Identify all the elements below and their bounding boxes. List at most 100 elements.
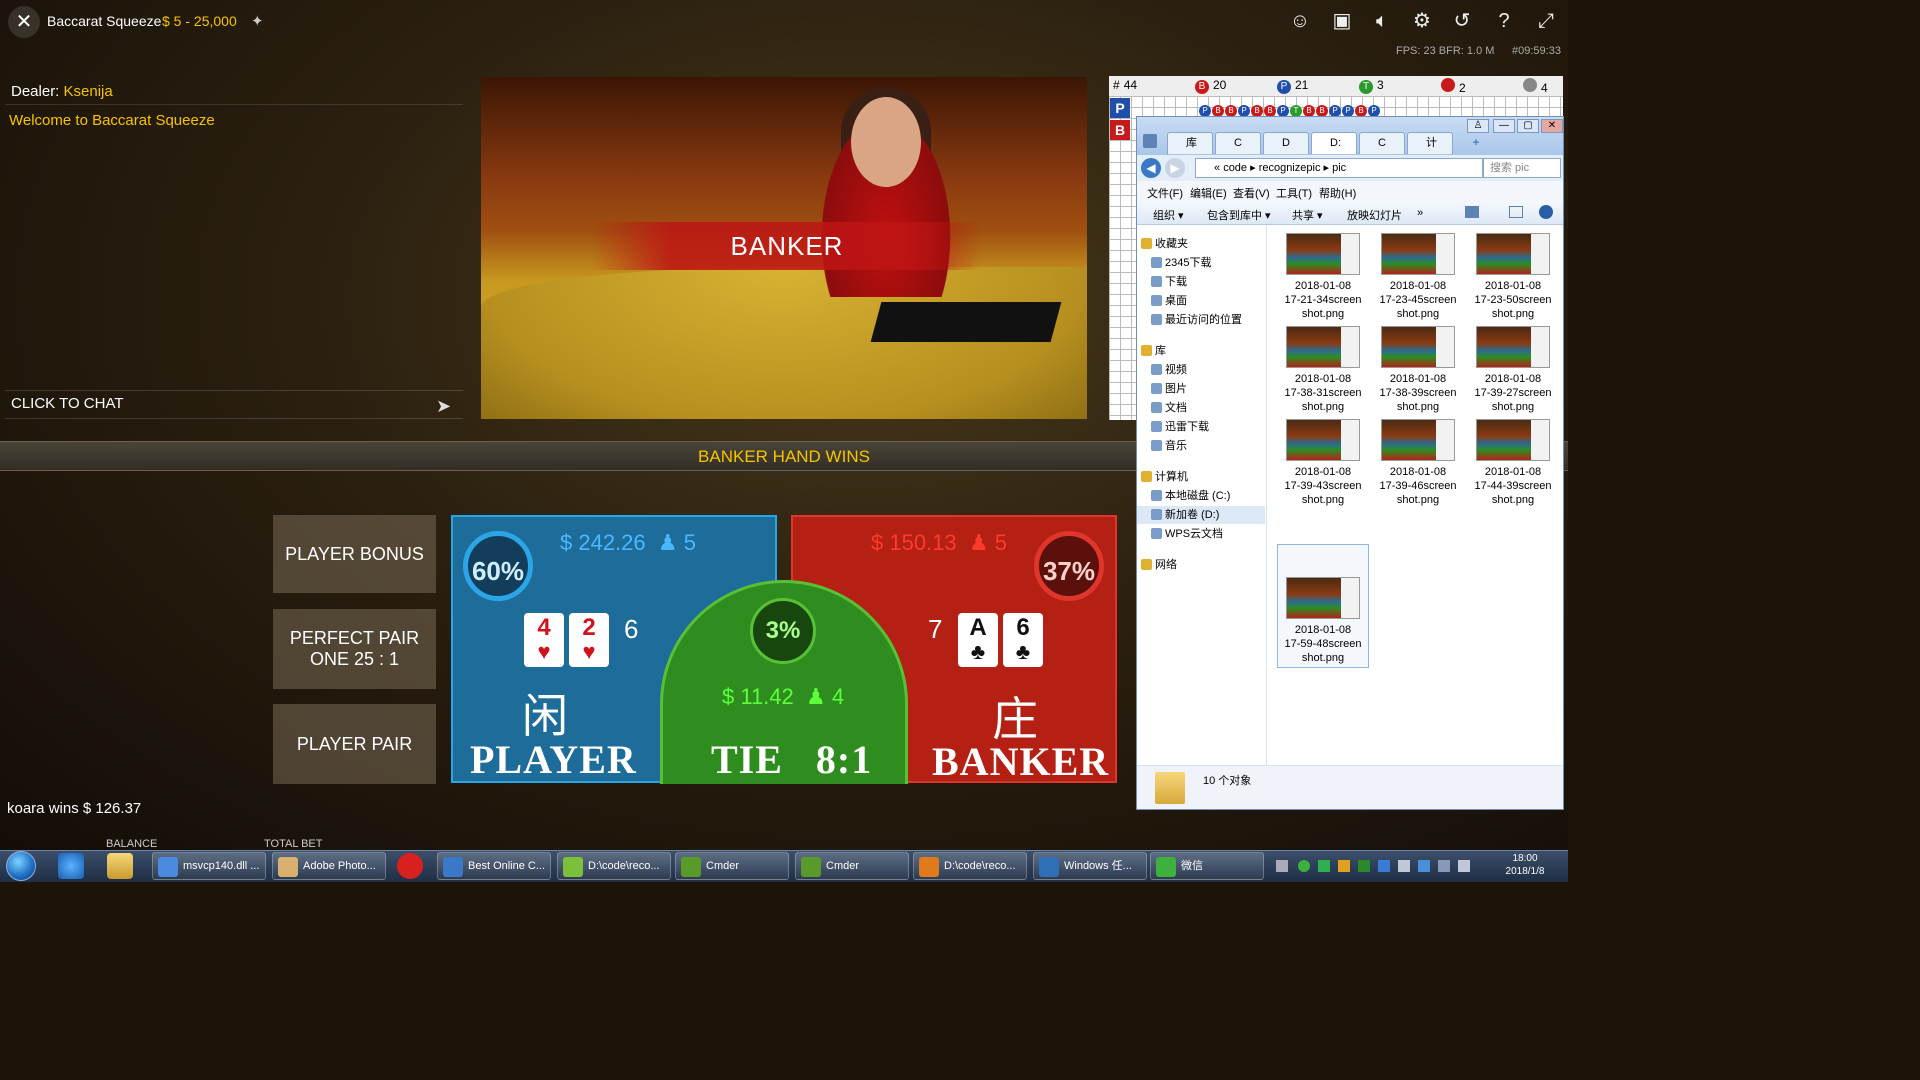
taskbar-button[interactable]: Cmder bbox=[675, 852, 789, 880]
taskbar-button-label: Windows 任... bbox=[1064, 860, 1132, 872]
player-pair-bet[interactable]: PLAYER PAIR bbox=[273, 704, 436, 784]
taskbar-button[interactable]: Best Online C... bbox=[437, 852, 551, 880]
app-tray-icon[interactable] bbox=[1358, 860, 1370, 872]
road-banker-button[interactable]: B bbox=[1110, 120, 1130, 140]
perfect-pair-bet[interactable]: PERFECT PAIR ONE 25 : 1 bbox=[273, 609, 436, 689]
volume-icon[interactable]: 🔈︎ bbox=[1366, 5, 1398, 37]
menu-item[interactable]: 文件(F) bbox=[1147, 185, 1183, 201]
close-icon[interactable]: ✕ bbox=[8, 6, 40, 38]
explorer-tab[interactable]: C bbox=[1359, 132, 1405, 154]
nav-item[interactable]: 文档 bbox=[1137, 399, 1265, 417]
nav-item[interactable]: 迅雷下载 bbox=[1137, 418, 1265, 436]
file-item[interactable]: 2018-01-08 17-39-43screen shot.png bbox=[1277, 419, 1369, 511]
app-tray-icon[interactable] bbox=[1338, 860, 1350, 872]
file-item[interactable]: 2018-01-08 17-39-46screen shot.png bbox=[1372, 419, 1464, 511]
view-icon[interactable] bbox=[1465, 206, 1479, 218]
fullscreen-icon[interactable]: ⤢ bbox=[1530, 5, 1562, 37]
explorer-tab[interactable]: 计 bbox=[1407, 132, 1453, 154]
explorer-tab[interactable]: D: bbox=[1311, 132, 1357, 154]
wechat-tray-icon[interactable] bbox=[1318, 860, 1330, 872]
menu-item[interactable]: 工具(T) bbox=[1276, 185, 1312, 201]
taskbar-button[interactable]: Adobe Photo... bbox=[272, 852, 386, 880]
taskbar-button[interactable]: Windows 任... bbox=[1033, 852, 1147, 880]
back-icon[interactable]: ◀ bbox=[1141, 158, 1161, 178]
file-date: 2018-01-08 bbox=[1389, 466, 1447, 478]
volume-tray-icon[interactable] bbox=[1398, 860, 1410, 872]
file-item[interactable]: 2018-01-08 17-38-39screen shot.png bbox=[1372, 326, 1464, 418]
chat-input[interactable]: CLICK TO CHAT bbox=[11, 395, 124, 412]
preview-pane-icon[interactable] bbox=[1509, 206, 1523, 218]
nav-item[interactable]: WPS云文档 bbox=[1137, 525, 1265, 543]
explorer-tab[interactable]: D bbox=[1263, 132, 1309, 154]
nav-item[interactable]: 收藏夹 bbox=[1137, 235, 1265, 253]
road-player-button[interactable]: P bbox=[1110, 98, 1130, 118]
netease-music-icon[interactable] bbox=[397, 853, 423, 879]
close-button[interactable]: ✕ bbox=[1541, 119, 1563, 133]
gear-icon[interactable]: ⚙ bbox=[1406, 5, 1438, 37]
taskbar-button[interactable]: D:\code\reco... bbox=[913, 852, 1027, 880]
nav-item[interactable]: 桌面 bbox=[1137, 292, 1265, 310]
keyboard-icon[interactable] bbox=[1276, 860, 1288, 872]
nav-item[interactable]: 网络 bbox=[1137, 556, 1265, 574]
pin-icon[interactable]: ✦ bbox=[251, 12, 264, 30]
file-item[interactable]: 2018-01-08 17-23-45screen shot.png bbox=[1372, 233, 1464, 325]
path-segment[interactable]: code bbox=[1223, 162, 1247, 174]
taskbar-button[interactable]: msvcp140.dll ... bbox=[152, 852, 266, 880]
app-tray-icon[interactable] bbox=[1438, 860, 1450, 872]
app-tray-icon[interactable] bbox=[1418, 860, 1430, 872]
path-segment[interactable]: pic bbox=[1332, 162, 1346, 174]
video-icon[interactable]: ▣ bbox=[1326, 5, 1358, 37]
menu-item[interactable]: 查看(V) bbox=[1233, 185, 1270, 201]
toolbar-button[interactable]: 组织 ▾ bbox=[1153, 207, 1184, 223]
chrome-icon[interactable] bbox=[1298, 860, 1310, 872]
taskbar-button[interactable]: 微信 bbox=[1150, 852, 1264, 880]
menu-item[interactable]: 编辑(E) bbox=[1190, 185, 1227, 201]
start-button-icon[interactable] bbox=[6, 851, 36, 881]
explorer-tab[interactable]: C bbox=[1215, 132, 1261, 154]
help-icon[interactable]: ? bbox=[1488, 5, 1520, 37]
nav-item[interactable]: 下载 bbox=[1137, 273, 1265, 291]
accessibility-icon[interactable]: ☺ bbox=[1284, 5, 1316, 37]
file-item[interactable]: 2018-01-08 17-59-48screen shot.png bbox=[1277, 544, 1369, 668]
file-item[interactable]: 2018-01-08 17-21-34screen shot.png bbox=[1277, 233, 1369, 325]
taskbar-button[interactable]: Cmder bbox=[795, 852, 909, 880]
nav-item[interactable]: 视频 bbox=[1137, 361, 1265, 379]
path-segment[interactable]: recognizepic bbox=[1259, 162, 1321, 174]
player-bonus-bet[interactable]: PLAYER BONUS bbox=[273, 515, 436, 593]
ie-icon[interactable] bbox=[58, 853, 84, 879]
history-icon[interactable]: ↺ bbox=[1446, 5, 1478, 37]
toolbar-button[interactable]: » bbox=[1417, 207, 1423, 219]
nav-item[interactable]: 最近访问的位置 bbox=[1137, 311, 1265, 329]
maximize-button[interactable]: ▢ bbox=[1517, 119, 1539, 133]
help-icon[interactable] bbox=[1539, 205, 1553, 219]
path-input[interactable]: « code ▸ recognizepic ▸ pic bbox=[1195, 158, 1483, 178]
nav-item[interactable]: 本地磁盘 (C:) bbox=[1137, 487, 1265, 505]
user-icon[interactable]: ♙ bbox=[1467, 119, 1489, 133]
file-item[interactable]: 2018-01-08 17-39-27screen shot.png bbox=[1467, 326, 1559, 418]
file-item[interactable]: 2018-01-08 17-44-39screen shot.png bbox=[1467, 419, 1559, 511]
toolbar-button[interactable]: 共享 ▾ bbox=[1292, 207, 1323, 223]
nav-item[interactable]: 计算机 bbox=[1137, 468, 1265, 486]
nav-item[interactable]: 2345下载 bbox=[1137, 254, 1265, 272]
nav-item[interactable]: 新加卷 (D:) bbox=[1137, 506, 1265, 524]
folder-icon[interactable] bbox=[107, 853, 133, 879]
file-item[interactable]: 2018-01-08 17-23-50screen shot.png bbox=[1467, 233, 1559, 325]
nav-item[interactable]: 图片 bbox=[1137, 380, 1265, 398]
file-item[interactable]: 2018-01-08 17-38-31screen shot.png bbox=[1277, 326, 1369, 418]
send-icon[interactable]: ➤ bbox=[436, 396, 451, 417]
nav-item[interactable]: 音乐 bbox=[1137, 437, 1265, 455]
taskbar-button[interactable]: D:\code\reco... bbox=[557, 852, 671, 880]
network-icon[interactable] bbox=[1378, 860, 1390, 872]
explorer-tab[interactable]: 库 bbox=[1167, 132, 1213, 154]
tools-icon[interactable] bbox=[1143, 134, 1157, 148]
toolbar-button[interactable]: 包含到库中 ▾ bbox=[1207, 207, 1271, 223]
minimize-button[interactable]: — bbox=[1493, 119, 1515, 133]
system-clock[interactable]: 18:00 2018/1/8 bbox=[1500, 852, 1550, 878]
toolbar-button[interactable]: 放映幻灯片 bbox=[1347, 207, 1402, 223]
nav-item[interactable]: 库 bbox=[1137, 342, 1265, 360]
search-input[interactable]: 搜索 pic bbox=[1483, 158, 1561, 178]
menu-item[interactable]: 帮助(H) bbox=[1319, 185, 1356, 201]
new-tab-button[interactable]: + bbox=[1467, 135, 1485, 149]
forward-icon[interactable]: ▶ bbox=[1165, 158, 1185, 178]
speaker-icon[interactable] bbox=[1458, 860, 1470, 872]
